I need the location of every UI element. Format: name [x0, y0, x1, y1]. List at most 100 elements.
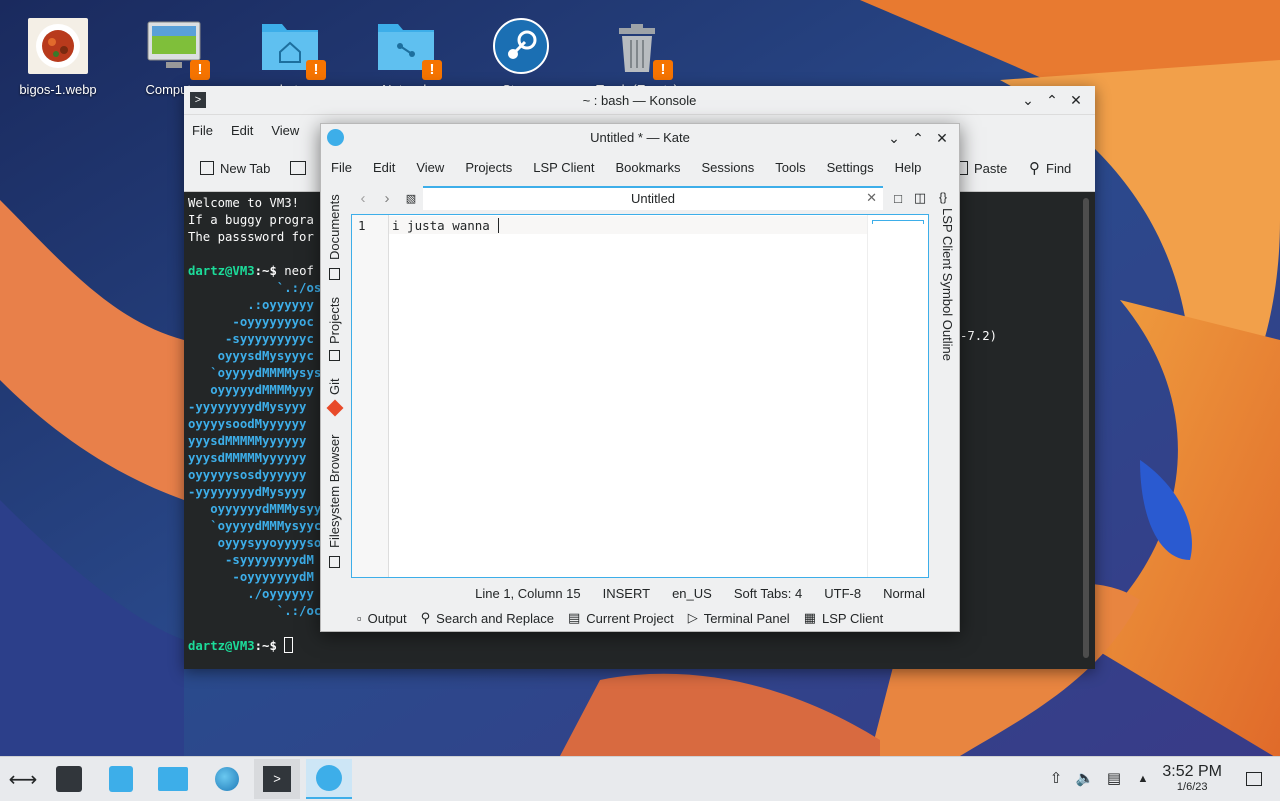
kate-menubar: File Edit View Projects LSP Client Bookm…: [321, 152, 959, 182]
clock-time: 3:52 PM: [1162, 763, 1222, 780]
editor-content[interactable]: i justa wanna: [392, 218, 500, 233]
clipboard-icon[interactable]: ▤: [1104, 769, 1124, 789]
kate-window[interactable]: Untitled * — Kate ⌄ ⌃ ✕ File Edit View P…: [320, 123, 960, 632]
line-number-gutter: 1: [352, 215, 389, 577]
desktop-icon-steam[interactable]: Steam: [466, 8, 576, 97]
warning-badge-icon: !: [306, 60, 326, 80]
prompt-path: :~$: [254, 639, 285, 653]
close-button[interactable]: ✕: [933, 129, 951, 147]
indentation-settings[interactable]: Soft Tabs: 4: [734, 586, 802, 601]
output-icon: ▫: [357, 610, 362, 626]
menu-view[interactable]: View: [416, 160, 444, 175]
close-button[interactable]: ✕: [1067, 91, 1085, 109]
panel-terminal[interactable]: ▷ Terminal Panel: [688, 610, 790, 626]
dictionary-language[interactable]: en_US: [672, 586, 712, 601]
desktop-icon-computer[interactable]: ! Computer: [119, 8, 229, 97]
tab-untitled[interactable]: Untitled ✕: [423, 186, 883, 210]
show-hidden-icons-icon[interactable]: ▲: [1133, 769, 1153, 789]
new-document-icon[interactable]: □: [887, 191, 909, 206]
panel-output[interactable]: ▫ Output: [357, 611, 407, 626]
sidebar-tab-projects[interactable]: Projects: [327, 297, 342, 344]
menu-help[interactable]: Help: [895, 160, 922, 175]
menu-sessions[interactable]: Sessions: [702, 160, 755, 175]
forward-arrow-icon[interactable]: ›: [375, 190, 399, 207]
menu-edit[interactable]: Edit: [373, 160, 395, 175]
terminal-command: neof: [284, 264, 314, 278]
panel-current-project[interactable]: ▤ Current Project: [568, 610, 674, 626]
find-button[interactable]: ⚲ Find: [1029, 159, 1071, 177]
application-launcher[interactable]: ⟷: [0, 759, 46, 799]
ascii-art-line: oyyysdMysyyyc: [188, 349, 314, 363]
file-encoding[interactable]: UTF-8: [824, 586, 861, 601]
split-view-icon[interactable]: ◫: [909, 190, 931, 206]
maximize-button[interactable]: ⌃: [909, 129, 927, 147]
warning-badge-icon: !: [422, 60, 442, 80]
menu-file[interactable]: File: [192, 123, 213, 138]
task-system-settings[interactable]: [46, 759, 92, 799]
back-arrow-icon[interactable]: ‹: [351, 190, 375, 207]
trash-icon: !: [605, 14, 673, 80]
discover-icon: [109, 766, 133, 792]
ascii-art-line: yyysdMMMMMyyyyyy: [188, 451, 307, 465]
menu-file[interactable]: File: [331, 160, 352, 175]
split-view-icon[interactable]: [290, 161, 307, 175]
cursor-position[interactable]: Line 1, Column 15: [475, 586, 581, 601]
search-icon: ⚲: [1029, 160, 1040, 177]
menu-projects[interactable]: Projects: [465, 160, 512, 175]
ascii-art-line: oyyyyydMMMMyyy: [188, 383, 314, 397]
minimize-button[interactable]: ⌄: [885, 129, 903, 147]
ascii-art-line: oyyysyyoyyyyso: [188, 536, 322, 550]
warning-badge-icon: !: [653, 60, 673, 80]
ascii-art-line: oyyyyyydMMMysyy: [188, 502, 322, 516]
updates-icon[interactable]: ⇧: [1046, 769, 1066, 789]
panel-label: LSP Client: [822, 610, 884, 626]
terminal-cursor: [284, 637, 294, 653]
minimize-button[interactable]: ⌄: [1019, 91, 1037, 109]
menu-edit[interactable]: Edit: [231, 123, 253, 138]
desktop-icon-network[interactable]: ! Network: [351, 8, 461, 97]
desktop-icon-trash[interactable]: ! Trash (Empty): [582, 8, 692, 97]
panel-search-replace[interactable]: ⚲ Search and Replace: [421, 610, 554, 626]
panel-label: Current Project: [586, 610, 674, 626]
task-discover[interactable]: [98, 759, 144, 799]
menu-settings[interactable]: Settings: [827, 160, 874, 175]
panel-lsp-client[interactable]: ▦ LSP Client: [804, 610, 883, 626]
git-icon: [326, 399, 344, 417]
volume-icon[interactable]: 🔈: [1075, 769, 1095, 789]
menu-bookmarks[interactable]: Bookmarks: [615, 160, 680, 175]
home-folder-icon: !: [258, 14, 326, 80]
desktop-icon-label: bigos-1.webp: [19, 82, 97, 97]
edit-mode[interactable]: INSERT: [603, 586, 650, 601]
task-konsole[interactable]: >: [254, 759, 300, 799]
konsole-titlebar[interactable]: > ~ : bash — Konsole ⌄ ⌃ ✕: [184, 86, 1095, 115]
ascii-art-line: yyysdMMMMMyyyyyy: [188, 434, 307, 448]
task-dolphin[interactable]: [150, 759, 196, 799]
terminal-scrollbar[interactable]: [1083, 198, 1089, 658]
paste-button[interactable]: Paste: [956, 161, 1007, 176]
task-browser[interactable]: [204, 759, 250, 799]
sidebar-tab-lsp-symbol-outline[interactable]: LSP Client Symbol Outline: [940, 208, 955, 361]
task-kate[interactable]: [306, 759, 352, 799]
show-desktop-icon[interactable]: [1244, 769, 1264, 789]
desktop-icon-home[interactable]: ! dartz: [235, 8, 345, 97]
sidebar-tab-documents[interactable]: Documents: [327, 194, 342, 260]
save-icon[interactable]: ▧: [399, 192, 423, 205]
menu-view[interactable]: View: [271, 123, 299, 138]
ascii-art-line: -oyyyyyyydM: [188, 570, 314, 584]
sidebar-tab-filesystem-browser[interactable]: Filesystem Browser: [327, 435, 342, 548]
desktop-icon-bigos[interactable]: bigos-1.webp: [3, 8, 113, 97]
panel-label: Terminal Panel: [703, 610, 790, 626]
maximize-button[interactable]: ⌃: [1043, 91, 1061, 109]
new-tab-button[interactable]: New Tab: [200, 161, 270, 176]
input-mode[interactable]: Normal: [883, 586, 925, 601]
tab-close-icon[interactable]: ✕: [866, 190, 877, 206]
digital-clock[interactable]: 3:52 PM 1/6/23: [1162, 763, 1222, 793]
menu-tools[interactable]: Tools: [775, 160, 805, 175]
minimap[interactable]: [867, 215, 928, 577]
kate-title: Untitled * — Kate: [590, 130, 690, 145]
tab-label: Untitled: [630, 191, 676, 206]
kate-titlebar[interactable]: Untitled * — Kate ⌄ ⌃ ✕: [321, 124, 959, 152]
text-editor[interactable]: 1 i justa wanna: [351, 214, 929, 578]
menu-lsp-client[interactable]: LSP Client: [533, 160, 594, 175]
sidebar-tab-git[interactable]: Git: [327, 378, 342, 395]
